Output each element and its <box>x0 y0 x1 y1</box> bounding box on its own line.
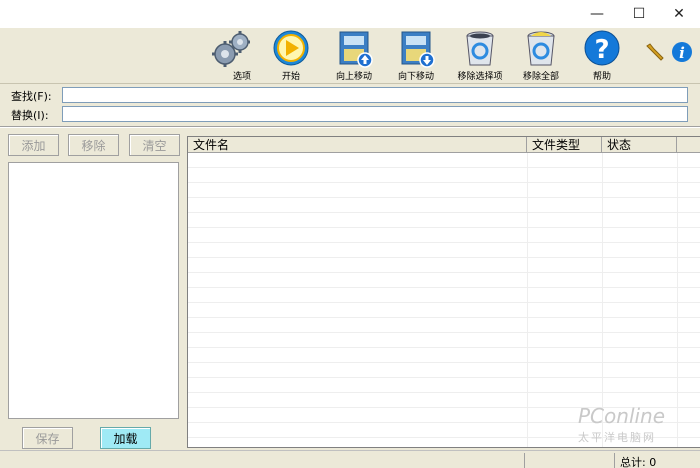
total-count: 总计: 0 <box>620 456 657 468</box>
table-row <box>188 168 700 183</box>
table-row <box>188 318 700 333</box>
move-down-button[interactable]: 向下移动 <box>385 30 447 82</box>
table-row <box>188 273 700 288</box>
pconline-watermark: PConline 太平洋电脑网 <box>578 404 688 444</box>
watermark-brand: PConline <box>578 404 666 428</box>
table-row <box>188 183 700 198</box>
start-label: 开始 <box>281 72 300 82</box>
table-row <box>188 363 700 378</box>
svg-text:?: ? <box>594 35 609 65</box>
replace-label: 替换(I): <box>11 109 49 122</box>
table-row <box>188 288 700 303</box>
remove-selected-label: 移除选择项 <box>457 72 503 82</box>
move-down-icon <box>401 31 435 68</box>
maximize-button[interactable]: ☐ <box>620 0 658 28</box>
table-row <box>188 348 700 363</box>
find-input[interactable] <box>62 87 688 103</box>
gears-icon <box>212 31 250 67</box>
wrench-icon[interactable] <box>644 42 666 64</box>
table-row <box>188 303 700 318</box>
table-row <box>188 378 700 393</box>
folder-listbox[interactable] <box>8 162 179 419</box>
info-icon[interactable]: i <box>671 41 693 63</box>
table-row <box>188 213 700 228</box>
find-replace-bar: 查找(F): 替换(I): <box>0 84 700 124</box>
toolbar: 选项 开始 向上移动 向下移动 移除选择项 移除全部 ? 帮助 i <box>0 28 700 84</box>
help-button[interactable]: ? 帮助 <box>571 30 633 82</box>
table-row <box>188 228 700 243</box>
table-header: 文件名 文件类型 状态 <box>188 137 700 153</box>
remove-selected-button[interactable]: 移除选择项 <box>449 30 511 82</box>
move-up-label: 向上移动 <box>335 72 372 82</box>
column-header-status[interactable]: 状态 <box>602 137 677 153</box>
remove-all-button[interactable]: 移除全部 <box>510 30 572 82</box>
options-button[interactable]: 选项 <box>200 30 262 82</box>
file-table[interactable]: 文件名 文件类型 状态 <box>187 136 700 448</box>
table-row <box>188 198 700 213</box>
status-bar: 总计: 0 <box>0 450 700 468</box>
remove-all-label: 移除全部 <box>522 72 559 82</box>
remove-button[interactable]: 移除 <box>68 134 119 156</box>
separator <box>0 126 700 128</box>
help-label: 帮助 <box>592 72 611 82</box>
column-header-filename[interactable]: 文件名 <box>188 137 527 153</box>
save-button[interactable]: 保存 <box>22 427 73 449</box>
move-down-label: 向下移动 <box>397 72 434 82</box>
status-separator <box>614 453 615 468</box>
table-row <box>188 333 700 348</box>
play-icon <box>273 30 309 66</box>
recycle-bin-icon <box>466 31 494 66</box>
close-button[interactable]: ✕ <box>660 0 698 28</box>
help-icon: ? <box>584 30 620 66</box>
options-label: 选项 <box>232 72 251 82</box>
clear-button[interactable]: 清空 <box>129 134 180 156</box>
add-button[interactable]: 添加 <box>8 134 59 156</box>
table-row <box>188 153 700 168</box>
column-header-filetype[interactable]: 文件类型 <box>527 137 602 153</box>
status-separator <box>524 453 525 468</box>
left-panel: 添加 移除 清空 保存 加载 <box>0 130 184 452</box>
recycle-bin-full-icon <box>527 31 555 66</box>
move-up-icon <box>339 31 373 68</box>
replace-input[interactable] <box>62 106 688 122</box>
minimize-button[interactable]: — <box>578 0 616 28</box>
watermark-sub: 太平洋电脑网 <box>578 431 656 444</box>
title-bar: — ☐ ✕ <box>0 0 700 28</box>
table-row <box>188 258 700 273</box>
start-button[interactable]: 开始 <box>260 30 322 82</box>
svg-text:i: i <box>679 44 685 62</box>
load-button[interactable]: 加载 <box>100 427 151 449</box>
table-row <box>188 243 700 258</box>
find-label: 查找(F): <box>11 90 52 103</box>
move-up-button[interactable]: 向上移动 <box>323 30 385 82</box>
